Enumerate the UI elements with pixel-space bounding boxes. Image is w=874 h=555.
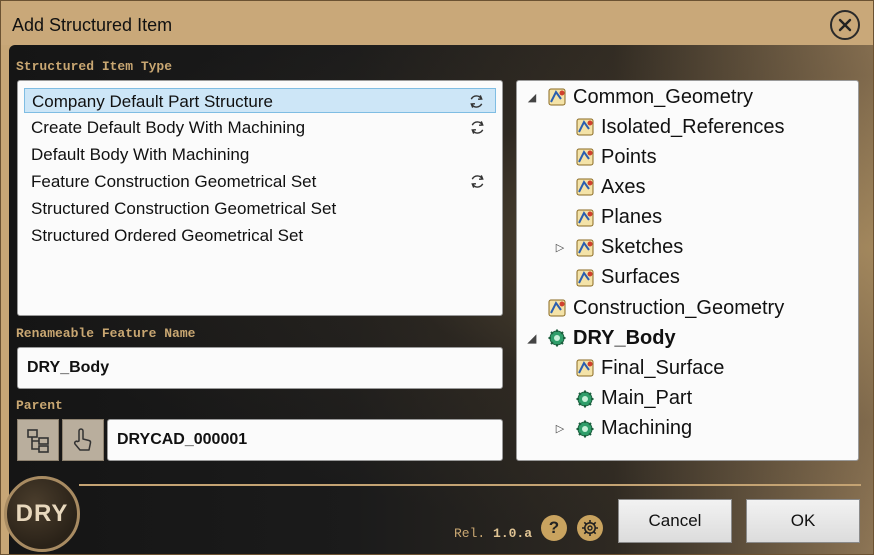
geometrical-set-icon [548,299,566,317]
parent-field[interactable]: DRYCAD_000001 [107,419,503,461]
help-button[interactable]: ? [541,515,567,541]
geometrical-set-icon [576,178,594,196]
tree-node-label: Construction_Geometry [573,296,785,319]
logo-text: DRY [15,500,69,527]
tree-node-label: Main_Part [601,387,693,409]
parent-label: Parent [16,398,63,413]
structured-item-type-list[interactable]: Company Default Part Structure Create Def… [17,80,503,316]
tree-node[interactable]: Main_Part [553,385,692,413]
tree-node-label: Axes [601,175,646,198]
list-item[interactable]: Feature Construction Geometrical Set [24,169,496,194]
cancel-button[interactable]: Cancel [618,499,732,543]
list-item-label: Structured Ordered Geometrical Set [31,226,304,245]
close-button[interactable] [830,10,860,40]
sync-icon [470,95,483,108]
tree-node-label: Surfaces [601,266,680,289]
gear-icon [582,520,598,536]
tree-node[interactable]: ◢ Common_Geometry [525,83,753,111]
tree-node-label: Isolated_References [601,115,785,138]
pick-button[interactable] [62,419,104,461]
structure-tree[interactable]: ◢ Common_Geometry Isolated_References Point… [516,80,859,461]
tree-node[interactable]: Points [553,143,657,171]
list-item[interactable]: Company Default Part Structure [24,88,496,113]
geometrical-set-icon [576,239,594,257]
release-prefix: Rel. [454,526,486,541]
tree-structure-icon [27,429,49,453]
question-icon: ? [548,518,560,537]
add-structured-item-dialog: Add Structured Item Structured Item Type… [0,0,874,555]
geometrical-set-icon [576,148,594,166]
window-title: Add Structured Item [12,15,173,35]
ok-button[interactable]: OK [746,499,860,543]
collapsed-arrow-icon[interactable]: ▷ [553,241,567,255]
list-item-label: Structured Construction Geometrical Set [31,199,337,218]
settings-button[interactable] [577,515,603,541]
tree-node-label: Points [601,145,657,168]
list-item[interactable]: Structured Ordered Geometrical Set [24,223,496,248]
pointing-hand-icon [74,428,92,451]
list-item-label: Company Default Part Structure [32,92,273,111]
tree-node[interactable]: Isolated_References [553,113,784,141]
renameable-feature-name-label: Renameable Feature Name [16,326,196,341]
tree-node-label: DRY_Body [573,326,676,349]
release-version: Rel. 1.0.a [454,526,532,541]
tree-node[interactable]: Axes [553,173,645,201]
tree-node-label: Common_Geometry [573,85,754,108]
list-item-label: Default Body With Machining [31,145,250,164]
feature-name-input[interactable]: DRY_Body [17,347,503,389]
body-gear-icon [576,420,594,438]
list-item[interactable]: Create Default Body With Machining [24,115,496,140]
tree-select-button[interactable] [17,419,59,461]
tree-node[interactable]: Construction_Geometry [525,294,784,322]
title-bar: Add Structured Item [1,1,873,45]
sync-icon [471,175,484,188]
list-item-label: Feature Construction Geometrical Set [31,172,317,191]
list-item[interactable]: Default Body With Machining [24,142,496,167]
geometrical-set-icon [576,269,594,287]
collapsed-arrow-icon[interactable]: ▷ [553,422,567,436]
tree-node-label: Planes [601,206,663,229]
geometrical-set-icon [576,209,594,227]
geometrical-set-icon [576,118,594,136]
dry-logo: DRY [4,476,80,552]
tree-node-label: Machining [601,417,693,440]
tree-node[interactable]: Planes [553,204,662,232]
tree-node-label: Final_Surface [601,356,725,379]
geometrical-set-icon [548,88,566,106]
expanded-arrow-icon[interactable]: ◢ [525,90,539,104]
structured-item-type-label: Structured Item Type [16,59,173,74]
tree-node[interactable]: Surfaces [553,264,680,292]
list-item[interactable]: Structured Construction Geometrical Set [24,196,496,221]
footer-divider [79,484,861,486]
list-item-label: Create Default Body With Machining [31,118,306,137]
body-gear-icon [548,329,566,347]
body-gear-icon [576,390,594,407]
release-number: 1.0.a [493,526,533,541]
tree-node[interactable]: Final_Surface [553,354,724,382]
tree-node[interactable]: ▷ Machining [553,415,692,443]
tree-node[interactable]: ▷ Sketches [553,234,684,262]
geometrical-set-icon [576,359,594,377]
tree-node-label: Sketches [601,236,684,259]
tree-node[interactable]: ◢ DRY_Body [525,324,676,352]
expanded-arrow-icon[interactable]: ◢ [525,331,539,345]
close-icon [838,18,852,32]
sync-icon [471,121,484,134]
